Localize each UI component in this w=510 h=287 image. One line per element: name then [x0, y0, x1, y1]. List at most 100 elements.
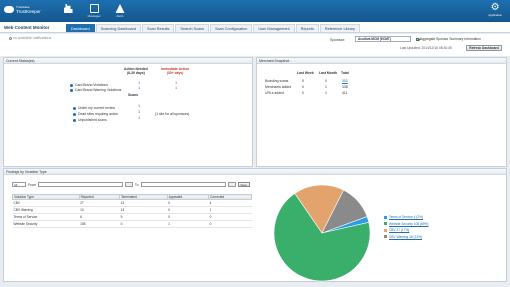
settings-label: Application — [488, 13, 502, 17]
status-value-link[interactable]: 1 — [133, 86, 145, 90]
scan-value-link[interactable]: 1 — [133, 116, 145, 120]
legend-swatch — [384, 235, 387, 239]
snapshot-value: 0 — [302, 79, 304, 83]
tab-bar: Dashboard Scanning Dashboard Scan Result… — [66, 24, 361, 32]
message-icon — [89, 4, 99, 13]
tab-dashboard[interactable]: Dashboard — [66, 24, 95, 32]
top-bar: Trustwave TrustKeeper Messages Alerts ⚙ … — [0, 0, 510, 22]
scans-header: Scans — [128, 93, 138, 97]
table-cell: 13 — [119, 199, 168, 207]
table-cell: 0 — [208, 220, 252, 228]
table-cell: 9 — [119, 213, 168, 221]
table-cell: 6 — [79, 213, 120, 221]
from-calendar-button[interactable] — [124, 182, 133, 187]
table-cell: 10 — [79, 206, 120, 214]
tab-reports[interactable]: Reports — [295, 24, 319, 32]
panel-title: Current Status(es) — [4, 58, 252, 64]
legend-label: CBV 27 (17%) — [389, 228, 410, 233]
nav-alerts[interactable]: Alerts — [112, 3, 128, 21]
sponsor-select[interactable]: Acuitiva MCM (ECMT) — [355, 36, 411, 42]
table-cell: Website Security — [12, 220, 80, 228]
status-value-link[interactable]: 1 — [133, 81, 145, 85]
gear-icon: ⚙ — [490, 2, 500, 13]
sponsor-label: Sponsor: — [330, 38, 346, 42]
table-cell: 1 — [208, 206, 252, 214]
scan-value-link[interactable]: 1 — [133, 104, 145, 108]
chart-legend: Terms of Service 4 (2%) Website Security … — [384, 214, 428, 240]
merchant-snapshot-panel: Merchant Snapshot Last Week Last Month T… — [256, 57, 507, 167]
settings-button[interactable]: ⚙ Application — [488, 2, 502, 18]
from-date-input[interactable] — [37, 182, 123, 187]
snapshot-value: 1 — [325, 91, 327, 95]
table-cell: 108 — [79, 220, 120, 228]
legend-swatch — [384, 228, 387, 232]
aggregate-label: Aggregate Sponsor Summary Information — [420, 37, 481, 41]
snapshot-value: 338 — [342, 85, 348, 89]
violation-filter-select[interactable]: All — [12, 182, 26, 187]
snapshot-total-link[interactable]: 300 — [342, 79, 348, 83]
panel-title: Findings by Violation Type — [4, 169, 506, 175]
refresh-dashboard-button[interactable]: Refresh Dashboard — [466, 45, 502, 51]
legend-label: Website Security 108 (69%) — [389, 221, 429, 226]
nav-messages[interactable]: Messages — [86, 3, 102, 21]
info-dot-icon — [73, 112, 76, 116]
tab-scan-configuration[interactable]: Scan Configuration — [210, 24, 253, 32]
table-cell: 1 — [167, 220, 209, 228]
snapshot-row-label: Boarding scans — [265, 79, 289, 83]
table-cell: 13 — [119, 206, 168, 214]
table-row: CBV 27 13 0 4 — [12, 199, 252, 207]
info-icon — [9, 36, 12, 40]
to-label: To — [134, 182, 139, 187]
violations-table: Violation Type Reported Terminated Appea… — [12, 194, 252, 228]
control-bar: no available notifications Sponsor: Acui… — [0, 34, 510, 56]
table-row: Website Security 108 0 1 0 — [12, 220, 252, 228]
nav-dashboard[interactable] — [60, 3, 76, 21]
snapshot-value: 411 — [342, 91, 348, 95]
nav-alerts-label: Alerts — [116, 14, 124, 18]
snapshot-value: 0 — [302, 85, 304, 89]
tab-search-scans[interactable]: Search Scans — [175, 24, 210, 32]
aggregate-option[interactable]: Aggregate Sponsor Summary Information — [416, 37, 481, 41]
table-row: Terms of Service 6 9 0 0 — [12, 213, 252, 221]
info-dot-icon — [73, 118, 76, 122]
legend-swatch — [384, 215, 387, 219]
findings-filter: All From To View — [12, 182, 250, 187]
legend-item[interactable]: CBV Warning 18 (12%) — [384, 234, 428, 241]
tab-scanning-dashboard[interactable]: Scanning Dashboard — [95, 24, 142, 32]
table-cell: 0 — [167, 206, 209, 214]
current-status-panel: Current Status(es) Action Needed (8-30 da… — [3, 57, 253, 167]
notifications-status: no available notifications — [9, 36, 51, 40]
status-value-link[interactable]: 1 — [170, 86, 182, 90]
aggregate-checkbox[interactable] — [416, 37, 419, 41]
cloud-logo-icon — [4, 6, 14, 13]
scan-row: Dead sites requiring action — [73, 112, 118, 116]
tab-scan-results[interactable]: Scan Results — [142, 24, 175, 32]
alert-icon — [115, 4, 125, 13]
brand-logo[interactable]: Trustwave TrustKeeper — [4, 5, 41, 14]
status-value-link[interactable]: 1 — [170, 81, 182, 85]
snapshot-row-label: Merchants added — [265, 85, 292, 89]
legend-label: Terms of Service 4 (2%) — [389, 215, 424, 220]
table-cell: CBV Warning — [12, 206, 80, 214]
brand-line2: TrustKeeper — [16, 8, 41, 14]
to-calendar-button[interactable] — [227, 182, 236, 187]
from-label: From — [28, 182, 36, 187]
nav-messages-label: Messages — [87, 14, 101, 18]
table-cell: 0 — [167, 199, 209, 207]
table-cell: 4 — [208, 199, 252, 207]
bar-chart-icon — [63, 4, 73, 13]
tab-user-management[interactable]: User Management — [253, 24, 295, 32]
top-nav: Messages Alerts — [60, 3, 128, 21]
info-dot-icon — [73, 106, 76, 110]
violations-pie-chart — [273, 184, 371, 282]
view-button[interactable]: View — [237, 182, 250, 187]
immediate-action-header: Immediate Action (30+ days) — [161, 67, 190, 75]
panel-title: Merchant Snapshot — [257, 58, 506, 64]
scan-value-link[interactable]: 1 — [133, 110, 145, 114]
table-cell: 27 — [79, 199, 120, 207]
to-date-input[interactable] — [140, 182, 226, 187]
info-dot-icon — [70, 88, 73, 92]
status-row: Card Brand Violations — [70, 83, 108, 87]
tab-reference-library[interactable]: Reference Library — [319, 24, 361, 32]
findings-panel: Findings by Violation Type All From To V… — [3, 168, 507, 282]
